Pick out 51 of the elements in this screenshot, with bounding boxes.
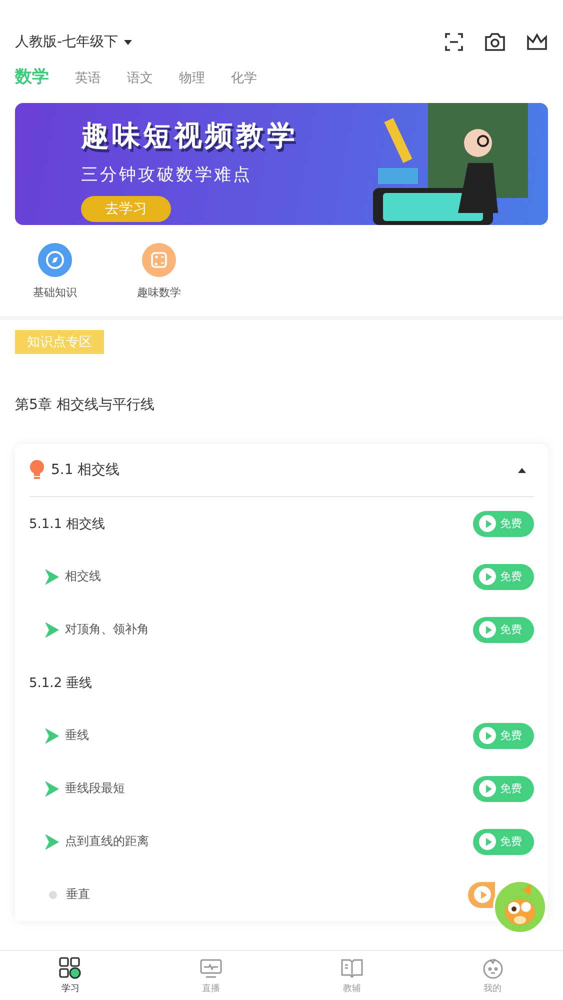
lesson-title[interactable]: 相交线: [65, 568, 467, 585]
book-icon: [340, 956, 363, 978]
play-badge[interactable]: 免费: [473, 616, 534, 642]
subject-tab[interactable]: 语文: [127, 69, 153, 87]
dot-icon: [49, 890, 57, 898]
nav-tab[interactable]: 我的: [422, 951, 563, 1000]
textbook-selector[interactable]: 人教版-七年级下: [15, 33, 132, 51]
monitor-icon: [200, 956, 222, 978]
collapse-icon[interactable]: [518, 468, 526, 472]
banner-title: 趣味短视频教学: [81, 118, 298, 154]
subsection-title: 5.1.2 垂线: [29, 674, 94, 692]
section-header[interactable]: 5.1 相交线: [29, 444, 534, 497]
lesson-title[interactable]: 垂线: [65, 727, 467, 744]
lesson-title[interactable]: 点到直线的距离: [65, 833, 467, 850]
play-badge[interactable]: 免费: [473, 564, 534, 590]
section-tag: 知识点专区: [15, 330, 104, 354]
grid-icon: [59, 956, 82, 978]
calculator-icon: [142, 243, 176, 277]
subject-tab[interactable]: 物理: [179, 69, 205, 87]
lightbulb-icon: [29, 460, 45, 480]
flag-icon: [45, 622, 59, 638]
flag-icon: [45, 728, 59, 744]
lesson-title[interactable]: 垂直: [66, 886, 462, 903]
nav-tab[interactable]: 直播: [140, 951, 282, 1000]
scan-icon[interactable]: [444, 32, 464, 52]
bird-face-icon: [482, 956, 504, 978]
banner-subtitle: 三分钟攻破数学难点: [81, 164, 253, 186]
subject-tab[interactable]: 数学: [15, 65, 49, 88]
learn-button[interactable]: 去学习: [81, 196, 171, 222]
shortcut-item[interactable]: 趣味数学: [137, 243, 181, 300]
promo-banner[interactable]: 趣味短视频教学 三分钟攻破数学难点 去学习: [15, 103, 548, 225]
flag-icon: [45, 834, 59, 850]
play-badge[interactable]: 免费: [473, 510, 534, 536]
play-badge[interactable]: 免费: [473, 776, 534, 802]
caret-icon: [124, 40, 132, 44]
subsection-title: 5.1.1 相交线: [29, 516, 106, 532]
play-badge[interactable]: 免费: [473, 828, 534, 854]
subject-tab[interactable]: 英语: [75, 69, 101, 87]
lesson-title[interactable]: 对顶角、领补角: [65, 621, 467, 638]
lesson-title[interactable]: 垂线段最短: [65, 780, 467, 797]
flag-icon: [45, 780, 59, 796]
nav-tab[interactable]: 学习: [0, 951, 141, 1000]
compass-icon: [38, 243, 72, 277]
subject-tab[interactable]: 化学: [231, 69, 257, 87]
shortcut-item[interactable]: 基础知识: [33, 243, 77, 300]
flag-icon: [45, 568, 59, 584]
crown-icon[interactable]: [526, 32, 548, 52]
camera-icon[interactable]: [484, 32, 506, 52]
chapter-title: 第5章 相交线与平行线: [15, 396, 156, 414]
play-badge[interactable]: 免费: [473, 722, 534, 748]
nav-tab[interactable]: 教辅: [282, 951, 422, 1000]
